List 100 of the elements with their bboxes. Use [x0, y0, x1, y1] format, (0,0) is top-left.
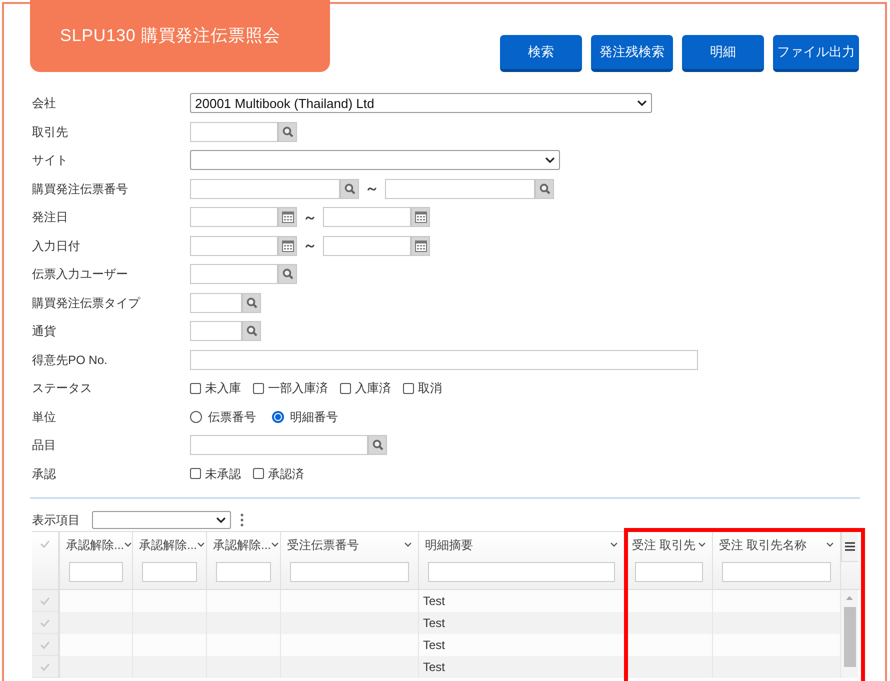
field-label: 取引先: [32, 124, 69, 141]
field-label: 得意先PO No.: [32, 352, 108, 369]
calendar-icon: [282, 240, 294, 252]
checkbox-label: 承認済: [268, 466, 304, 483]
checkmark-icon: [40, 596, 50, 604]
select-field[interactable]: [92, 511, 231, 529]
checkbox[interactable]: [253, 468, 264, 480]
field-label: 購買発注伝票番号: [32, 180, 129, 198]
column-header[interactable]: 受注伝票番号: [287, 536, 359, 554]
radio-button[interactable]: [190, 410, 202, 423]
filter-field[interactable]: [722, 562, 831, 582]
column-header[interactable]: 承認解除...: [213, 536, 272, 554]
checkbox[interactable]: [253, 382, 264, 394]
table-cell-text: Test: [423, 593, 446, 610]
chevron-down-icon[interactable]: [826, 542, 834, 547]
filter-field[interactable]: [635, 562, 703, 582]
chevron-down-icon[interactable]: [404, 542, 412, 547]
input-field[interactable]: [190, 122, 278, 142]
range-separator: ～: [303, 236, 317, 256]
search-icon: [282, 268, 294, 280]
search-button[interactable]: [535, 178, 554, 199]
toolbar-button[interactable]: 発注残検索: [591, 35, 673, 72]
search-button[interactable]: [368, 435, 387, 456]
checkmark-icon: [40, 662, 50, 670]
calendar-icon: [414, 240, 426, 252]
checkbox[interactable]: [403, 382, 414, 394]
chevron-down-icon: [545, 156, 555, 164]
radio-button[interactable]: [272, 410, 284, 423]
input-field[interactable]: [190, 207, 278, 228]
kebab-menu-icon[interactable]: [240, 513, 244, 527]
column-header[interactable]: 明細摘要: [425, 536, 473, 554]
select-field[interactable]: 20001 Multibook (Thailand) Ltd: [190, 93, 652, 114]
search-button[interactable]: [340, 178, 359, 199]
input-field[interactable]: [190, 292, 242, 313]
search-button[interactable]: [242, 292, 261, 313]
filter-field[interactable]: [142, 562, 197, 582]
calendar-button[interactable]: [411, 236, 430, 256]
field-label: 品目: [32, 437, 57, 454]
search-button[interactable]: [242, 321, 261, 342]
input-field[interactable]: [190, 236, 278, 256]
search-button[interactable]: [278, 122, 297, 142]
toolbar-button[interactable]: ファイル出力: [773, 35, 859, 72]
calendar-button[interactable]: [278, 207, 297, 228]
column-header[interactable]: 受注 取引先名称: [719, 536, 806, 554]
field-label: 伝票入力ユーザー: [32, 266, 129, 284]
checkbox-label: 取消: [418, 380, 442, 398]
checkbox-label: 未入庫: [205, 380, 241, 398]
checkbox-label: 一部入庫済: [268, 380, 328, 398]
input-field[interactable]: [190, 321, 242, 342]
filter-field[interactable]: [290, 562, 409, 582]
input-field[interactable]: [190, 435, 368, 456]
field-label: 会社: [32, 95, 57, 112]
toolbar-button[interactable]: 検索: [500, 35, 582, 72]
checkmark-icon: [40, 640, 50, 648]
search-icon: [246, 325, 258, 338]
column-menu-button[interactable]: [841, 532, 858, 562]
scrollbar[interactable]: [841, 590, 858, 678]
input-field[interactable]: [323, 236, 411, 256]
page-title: SLPU130 購買発注伝票照会: [30, 0, 330, 72]
filter-field[interactable]: [428, 562, 615, 582]
range-separator: ～: [303, 208, 317, 227]
search-icon: [372, 439, 384, 452]
toolbar-button[interactable]: 明細: [682, 35, 764, 72]
chevron-down-icon[interactable]: [610, 542, 618, 547]
checkmark-icon: [40, 618, 50, 626]
input-field[interactable]: [190, 264, 278, 284]
calendar-icon: [282, 211, 294, 224]
chevron-down-icon[interactable]: [271, 542, 280, 547]
chevron-down-icon[interactable]: [197, 542, 206, 547]
field-label: 通貨: [32, 323, 57, 340]
calendar-button[interactable]: [278, 236, 297, 256]
column-header[interactable]: 承認解除...: [139, 536, 198, 554]
checkbox-label: 未承認: [205, 466, 241, 483]
table-cell-text: Test: [423, 637, 446, 654]
scroll-thumb[interactable]: [844, 607, 856, 667]
range-separator: ～: [365, 179, 379, 198]
calendar-button[interactable]: [411, 207, 430, 228]
select-field[interactable]: [190, 150, 560, 170]
input-field[interactable]: [190, 350, 698, 370]
field-label: 表示項目: [32, 512, 81, 529]
filter-field[interactable]: [69, 562, 123, 582]
menu-icon: [845, 542, 855, 551]
column-header[interactable]: 承認解除...: [66, 536, 124, 554]
input-field[interactable]: [323, 207, 411, 228]
search-icon: [282, 126, 294, 138]
chevron-down-icon[interactable]: [698, 542, 706, 547]
input-field[interactable]: [385, 178, 535, 199]
radio-label: 伝票番号: [208, 408, 256, 426]
table-cell-text: Test: [423, 615, 446, 632]
checkbox[interactable]: [190, 382, 201, 394]
filter-field[interactable]: [216, 562, 271, 582]
search-button[interactable]: [278, 264, 297, 284]
checkbox-label: 入庫済: [355, 380, 391, 398]
input-field[interactable]: [190, 178, 340, 199]
checkbox[interactable]: [190, 468, 201, 480]
chevron-down-icon[interactable]: [124, 542, 132, 547]
column-header[interactable]: 受注 取引先: [632, 536, 696, 554]
field-label: ステータス: [32, 380, 93, 398]
field-label: 承認: [32, 466, 57, 483]
checkbox[interactable]: [340, 382, 351, 394]
